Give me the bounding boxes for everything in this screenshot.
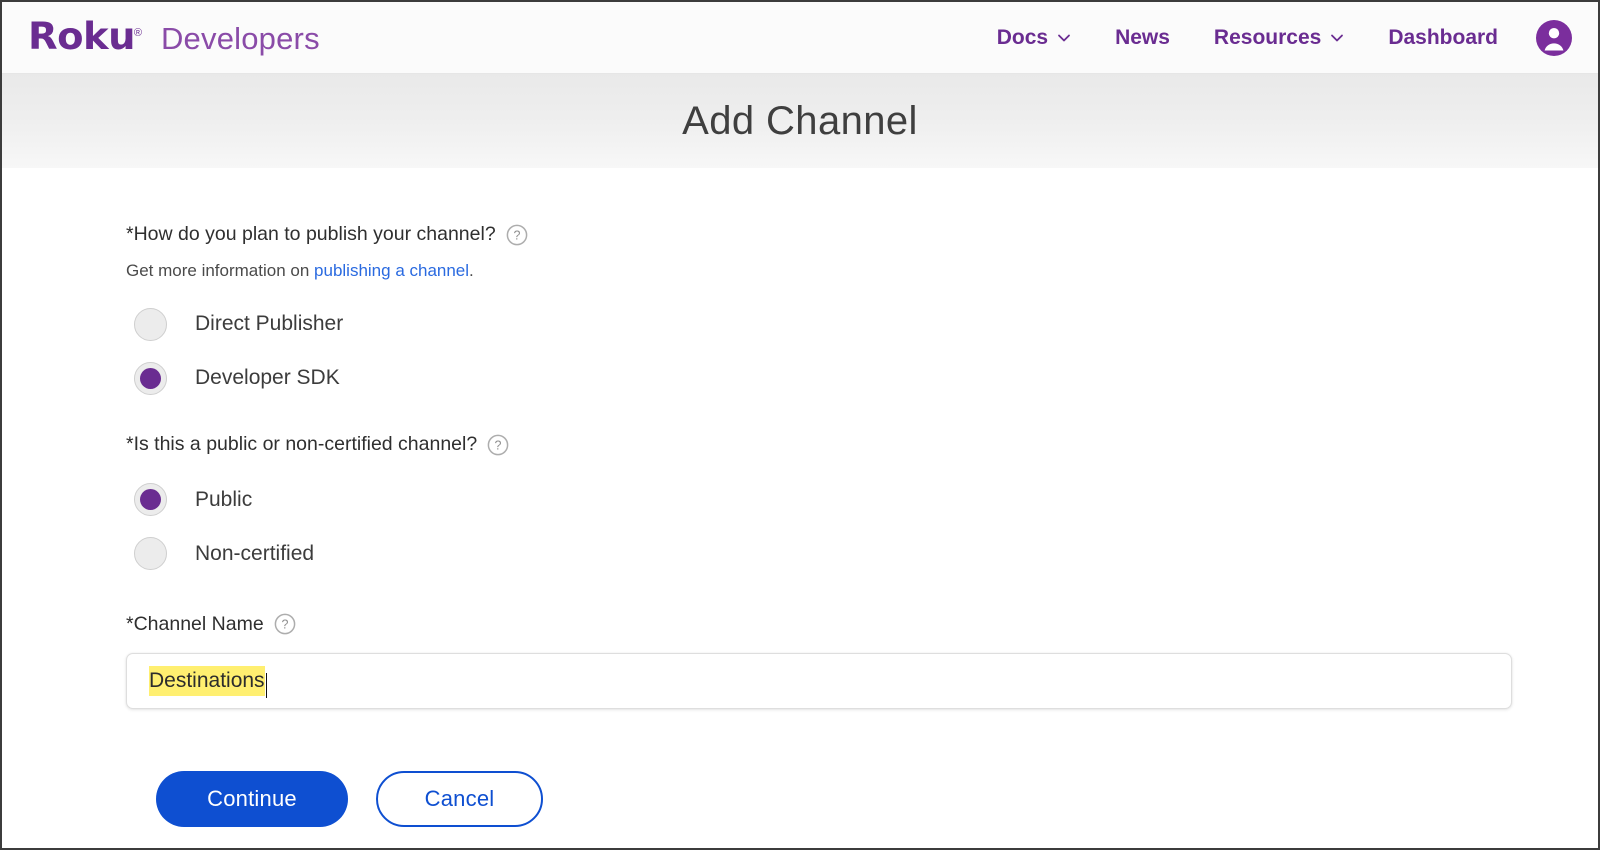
continue-button[interactable]: Continue — [156, 771, 348, 827]
svg-text:?: ? — [495, 439, 502, 453]
publish-question-label: *How do you plan to publish your channel… — [126, 223, 1512, 246]
radio-option-direct-publisher[interactable]: Direct Publisher — [126, 297, 1512, 351]
help-circle-icon[interactable]: ? — [506, 224, 528, 246]
channel-name-label-text: *Channel Name — [126, 613, 264, 636]
publish-question-text: *How do you plan to publish your channel… — [126, 223, 496, 246]
nav-item-label: Docs — [997, 26, 1048, 50]
roku-wordmark: Roku — [28, 18, 135, 55]
radio-button-unchecked[interactable] — [134, 537, 167, 570]
main-content: *How do you plan to publish your channel… — [2, 168, 1598, 827]
chevron-down-icon — [1330, 31, 1344, 45]
radio-label: Public — [195, 488, 252, 512]
visibility-question-text: *Is this a public or non-certified chann… — [126, 433, 477, 456]
help-circle-icon[interactable]: ? — [274, 613, 296, 635]
radio-label: Non-certified — [195, 542, 314, 566]
publish-radio-group: Direct Publisher Developer SDK — [126, 297, 1512, 405]
help-circle-icon[interactable]: ? — [487, 434, 509, 456]
registered-trademark-icon: ® — [134, 27, 142, 39]
brand-logo-link[interactable]: Roku ® Developers — [2, 18, 320, 57]
svg-text:?: ? — [513, 228, 520, 242]
svg-text:?: ? — [281, 618, 288, 632]
text-cursor — [266, 673, 268, 698]
radio-option-public[interactable]: Public — [126, 473, 1512, 527]
site-header: Roku ® Developers Docs News Resources — [2, 2, 1598, 74]
brand-subtitle: Developers — [161, 21, 320, 57]
browser-page: Roku ® Developers Docs News Resources — [0, 0, 1600, 850]
nav-item-label: News — [1115, 26, 1170, 50]
radio-button-checked[interactable] — [134, 483, 167, 516]
add-channel-form: *How do you plan to publish your channel… — [126, 223, 1512, 827]
cancel-button[interactable]: Cancel — [376, 771, 543, 827]
chevron-down-icon — [1057, 31, 1071, 45]
radio-label: Developer SDK — [195, 366, 340, 390]
nav-item-label: Resources — [1214, 26, 1321, 50]
channel-name-input-value: Destinations — [149, 666, 265, 696]
radio-button-unchecked[interactable] — [134, 308, 167, 341]
main-navigation: Docs News Resources Dashb — [975, 2, 1572, 74]
channel-name-input[interactable]: Destinations — [126, 653, 1512, 709]
publish-help-prefix: Get more information on — [126, 261, 314, 280]
visibility-radio-group: Public Non-certified — [126, 473, 1512, 581]
nav-item-label: Dashboard — [1388, 26, 1498, 50]
visibility-question-label: *Is this a public or non-certified chann… — [126, 433, 1512, 456]
user-account-icon[interactable] — [1536, 20, 1572, 56]
page-title-banner: Add Channel — [2, 74, 1598, 168]
form-actions: Continue Cancel — [156, 771, 1512, 827]
page-title: Add Channel — [682, 99, 918, 144]
publish-help-text: Get more information on publishing a cha… — [126, 261, 1512, 281]
nav-item-resources[interactable]: Resources — [1192, 26, 1366, 50]
nav-item-dashboard[interactable]: Dashboard — [1366, 26, 1520, 50]
radio-label: Direct Publisher — [195, 312, 343, 336]
channel-name-label: *Channel Name ? — [126, 613, 1512, 636]
radio-button-checked[interactable] — [134, 362, 167, 395]
nav-item-news[interactable]: News — [1093, 26, 1192, 50]
publishing-a-channel-link[interactable]: publishing a channel — [314, 261, 469, 280]
nav-item-docs[interactable]: Docs — [975, 26, 1093, 50]
publish-help-suffix: . — [469, 261, 474, 280]
radio-option-non-certified[interactable]: Non-certified — [126, 527, 1512, 581]
radio-option-developer-sdk[interactable]: Developer SDK — [126, 351, 1512, 405]
